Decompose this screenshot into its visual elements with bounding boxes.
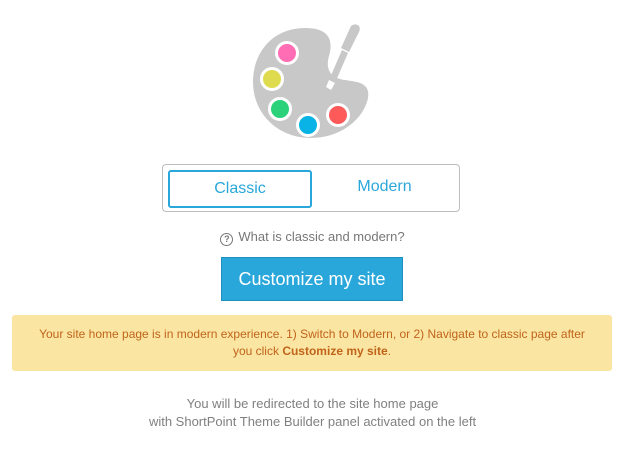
question-circle-icon: ? [220,233,234,246]
redirect-info: You will be redirected to the site home … [0,395,625,431]
modern-experience-notice: Your site home page is in modern experie… [12,315,612,371]
notice-bold-text: Customize my site [282,344,388,358]
help-link-label: What is classic and modern? [238,229,405,244]
yellow-paint-well [260,67,284,91]
theme-builder-start-panel: Classic Modern ? What is classic and mode… [0,0,625,451]
classic-option[interactable]: Classic [168,170,312,208]
green-paint-well [268,97,292,121]
palette-icon [253,24,369,138]
blue-paint-well [296,113,320,137]
redirect-line-1: You will be redirected to the site home … [186,396,439,411]
modern-option[interactable]: Modern [313,168,456,206]
customize-my-site-button[interactable]: Customize my site [221,257,403,301]
experience-toggle: Classic Modern [162,164,460,212]
classic-modern-help-link[interactable]: ? What is classic and modern? [0,229,625,246]
notice-suffix: . [387,344,392,358]
red-paint-well [326,103,350,127]
redirect-line-2: with ShortPoint Theme Builder panel acti… [148,414,477,429]
pink-paint-well [275,41,299,65]
